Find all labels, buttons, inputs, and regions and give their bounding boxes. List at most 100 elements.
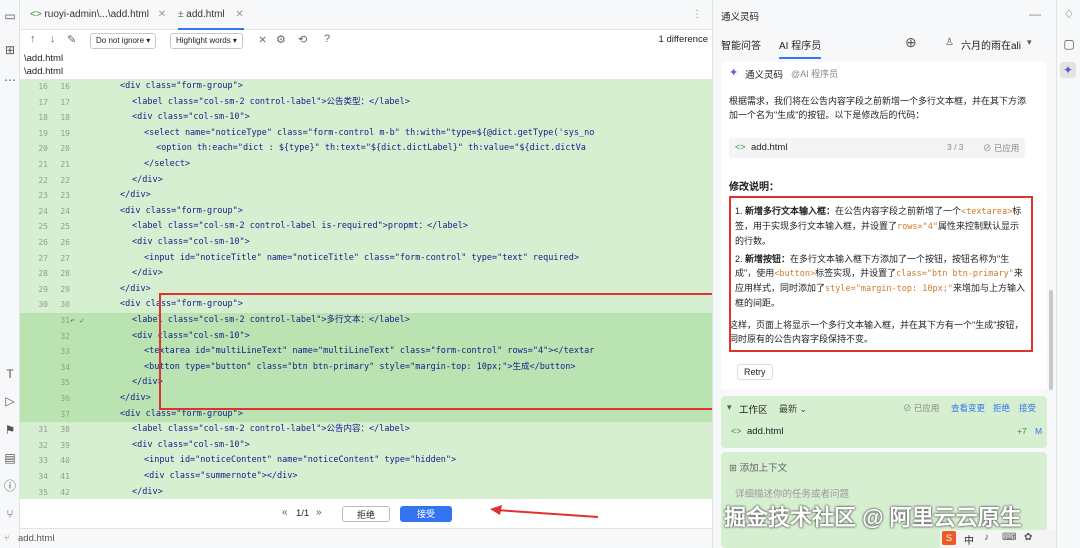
- tongyi-logo-icon[interactable]: ✦: [1060, 62, 1076, 78]
- more-tabs-icon[interactable]: ⋮: [692, 0, 702, 30]
- code-line[interactable]: 34 41 <div class="summernote"></div>: [20, 469, 712, 485]
- right-line-number: 28: [60, 269, 70, 279]
- add-icon[interactable]: ⊕: [905, 34, 917, 51]
- view-changes-link[interactable]: 查看变更: [951, 402, 985, 414]
- settings-icon[interactable]: ⚙: [276, 33, 286, 46]
- right-line-number: 30: [60, 300, 70, 310]
- problems-icon[interactable]: ⓘ: [2, 478, 18, 494]
- accept-link[interactable]: 接受: [1019, 402, 1036, 414]
- add-context-button[interactable]: ⊞ 添加上下文: [729, 460, 787, 474]
- right-line-number: 24: [60, 206, 70, 216]
- accept-button[interactable]: 接受: [400, 506, 452, 522]
- chat-input[interactable]: 详细描述你的任务或者问题: [735, 486, 849, 500]
- code-line[interactable]: 20 20 <option th:each="dict : ${type}" th:…: [20, 141, 712, 157]
- user-name[interactable]: 六月的雨在ali: [961, 37, 1021, 52]
- tab-ai-programmer[interactable]: AI 程序员: [779, 37, 822, 59]
- code-line[interactable]: 24 24 <div class="form-group">: [20, 204, 712, 220]
- code-text: </div>: [132, 268, 163, 279]
- whitespace-value: Do not ignore: [96, 36, 145, 45]
- keyboard-icon[interactable]: ⌨: [1002, 532, 1016, 543]
- code-line[interactable]: 26 26 <div class="col-sm-10">: [20, 235, 712, 251]
- code-text: </div>: [120, 283, 151, 294]
- code-line[interactable]: 35 42 </div>: [20, 485, 712, 499]
- file-card[interactable]: <> add.html 3 / 3 ⊘ 已应用: [729, 138, 1025, 158]
- code-text: <div class="col-sm-10">: [132, 439, 250, 450]
- run-icon[interactable]: ▷: [2, 393, 18, 409]
- highlight-box: [729, 196, 1033, 352]
- close-icon[interactable]: ✕: [158, 9, 166, 20]
- right-line-number: 20: [60, 144, 70, 154]
- reject-button[interactable]: 拒绝: [342, 506, 390, 522]
- ime-mode[interactable]: 中: [964, 532, 974, 547]
- minimize-icon[interactable]: —: [1029, 7, 1041, 21]
- arrow-up-icon[interactable]: ↑: [30, 33, 36, 45]
- work-file-name[interactable]: add.html: [747, 426, 783, 437]
- code-text: </div>: [132, 486, 163, 497]
- mic-icon[interactable]: ♪: [984, 532, 989, 543]
- status-bar: ⑂ add.html: [4, 528, 712, 548]
- collapse-icon[interactable]: ⨯: [258, 33, 267, 46]
- tab-smart-qa[interactable]: 智能问答: [721, 37, 761, 52]
- close-icon[interactable]: ✕: [235, 9, 243, 20]
- right-line-number: 22: [60, 175, 70, 185]
- right-line-number: 37: [50, 406, 70, 423]
- right-line-number: 42: [60, 487, 70, 497]
- code-line[interactable]: 21 21 </select>: [20, 157, 712, 173]
- code-line[interactable]: 23 23 </div>: [20, 188, 712, 204]
- edit-icon[interactable]: ✎: [67, 33, 76, 46]
- code-line[interactable]: 17 17 <label class="col-sm-2 control-label…: [20, 95, 712, 111]
- right-line-number: 39: [60, 440, 70, 450]
- code-line[interactable]: 18 18 <div class="col-sm-10">: [20, 110, 712, 126]
- prev-change-icon[interactable]: «: [282, 507, 288, 518]
- hammer-icon[interactable]: T: [2, 366, 18, 382]
- section-title: 修改说明：: [729, 182, 779, 193]
- terminal-icon[interactable]: ▤: [2, 450, 18, 466]
- code-line[interactable]: 16 16 <div class="form-group">: [20, 79, 712, 95]
- bell-icon[interactable]: ♢: [1061, 6, 1077, 22]
- code-text: <option th:each="dict : ${type}" th:text…: [156, 143, 586, 154]
- arrow-down-icon[interactable]: ↓: [50, 33, 56, 45]
- highlight-select[interactable]: Highlight words ▾: [170, 33, 243, 49]
- code-line[interactable]: 32 39 <div class="col-sm-10">: [20, 438, 712, 454]
- code-line[interactable]: 28 28 </div>: [20, 266, 712, 282]
- reject-link[interactable]: 拒绝: [993, 402, 1010, 414]
- folder-icon[interactable]: ▭: [2, 8, 18, 24]
- scrollbar[interactable]: [1049, 290, 1053, 390]
- help-icon[interactable]: ?: [324, 33, 330, 45]
- tongyi-logo-icon: ✦: [729, 67, 739, 79]
- code-text: </select>: [144, 159, 191, 169]
- retry-button[interactable]: Retry: [737, 364, 773, 380]
- skin-icon[interactable]: ✿: [1024, 532, 1032, 543]
- code-line[interactable]: 31 38 <label class="col-sm-2 control-label…: [20, 422, 712, 438]
- diff-code-view[interactable]: 16 16 <div class="form-group"> 17 17 <label c…: [20, 79, 712, 499]
- next-change-icon[interactable]: »: [316, 507, 322, 518]
- code-line[interactable]: 25 25 <label class="col-sm-2 control-label…: [20, 219, 712, 235]
- ime-logo-icon[interactable]: S: [942, 531, 956, 545]
- code-line[interactable]: 33 40 <input id="noticeContent" name="noti…: [20, 453, 712, 469]
- chevron-down-icon[interactable]: ▾: [1027, 37, 1032, 48]
- status-file: add.html: [18, 533, 55, 544]
- debug-icon[interactable]: ⚑: [2, 422, 18, 438]
- right-line-number: 25: [60, 222, 70, 232]
- html-tag-icon: <>: [30, 9, 42, 20]
- undo-apply-icon[interactable]: ↶ ✓: [70, 313, 84, 329]
- sync-icon[interactable]: ⟲: [298, 33, 307, 46]
- version-select[interactable]: 最新 ⌄: [779, 402, 807, 415]
- left-line-number: 30: [38, 300, 48, 310]
- more-icon[interactable]: ⋯: [2, 72, 18, 88]
- file-status: ⊘ 已应用: [983, 143, 1020, 153]
- whitespace-select[interactable]: Do not ignore ▾: [90, 33, 157, 49]
- left-line-number: 26: [38, 238, 48, 247]
- git-icon[interactable]: ⑂: [2, 506, 18, 522]
- code-line[interactable]: 19 19 <select name="noticeType" class="for…: [20, 126, 712, 142]
- code-text: <input id="noticeTitle" name="noticeTitl…: [144, 252, 579, 263]
- chevron-down-icon[interactable]: ▾: [727, 402, 732, 413]
- arrow-annotation: [490, 505, 599, 518]
- diff-navigation: « 1/1 » 拒绝 接受: [20, 500, 712, 528]
- structure-icon[interactable]: ⊞: [2, 42, 18, 58]
- chat-icon[interactable]: ▢: [1061, 36, 1077, 52]
- code-line[interactable]: 27 27 <input id="noticeTitle" name="notice…: [20, 251, 712, 267]
- tab-add-html[interactable]: ± add.html ✕: [178, 0, 244, 30]
- code-line[interactable]: 22 22 </div>: [20, 173, 712, 189]
- tab-ruoyi-admin[interactable]: <> ruoyi-admin\...\add.html ✕: [30, 0, 166, 30]
